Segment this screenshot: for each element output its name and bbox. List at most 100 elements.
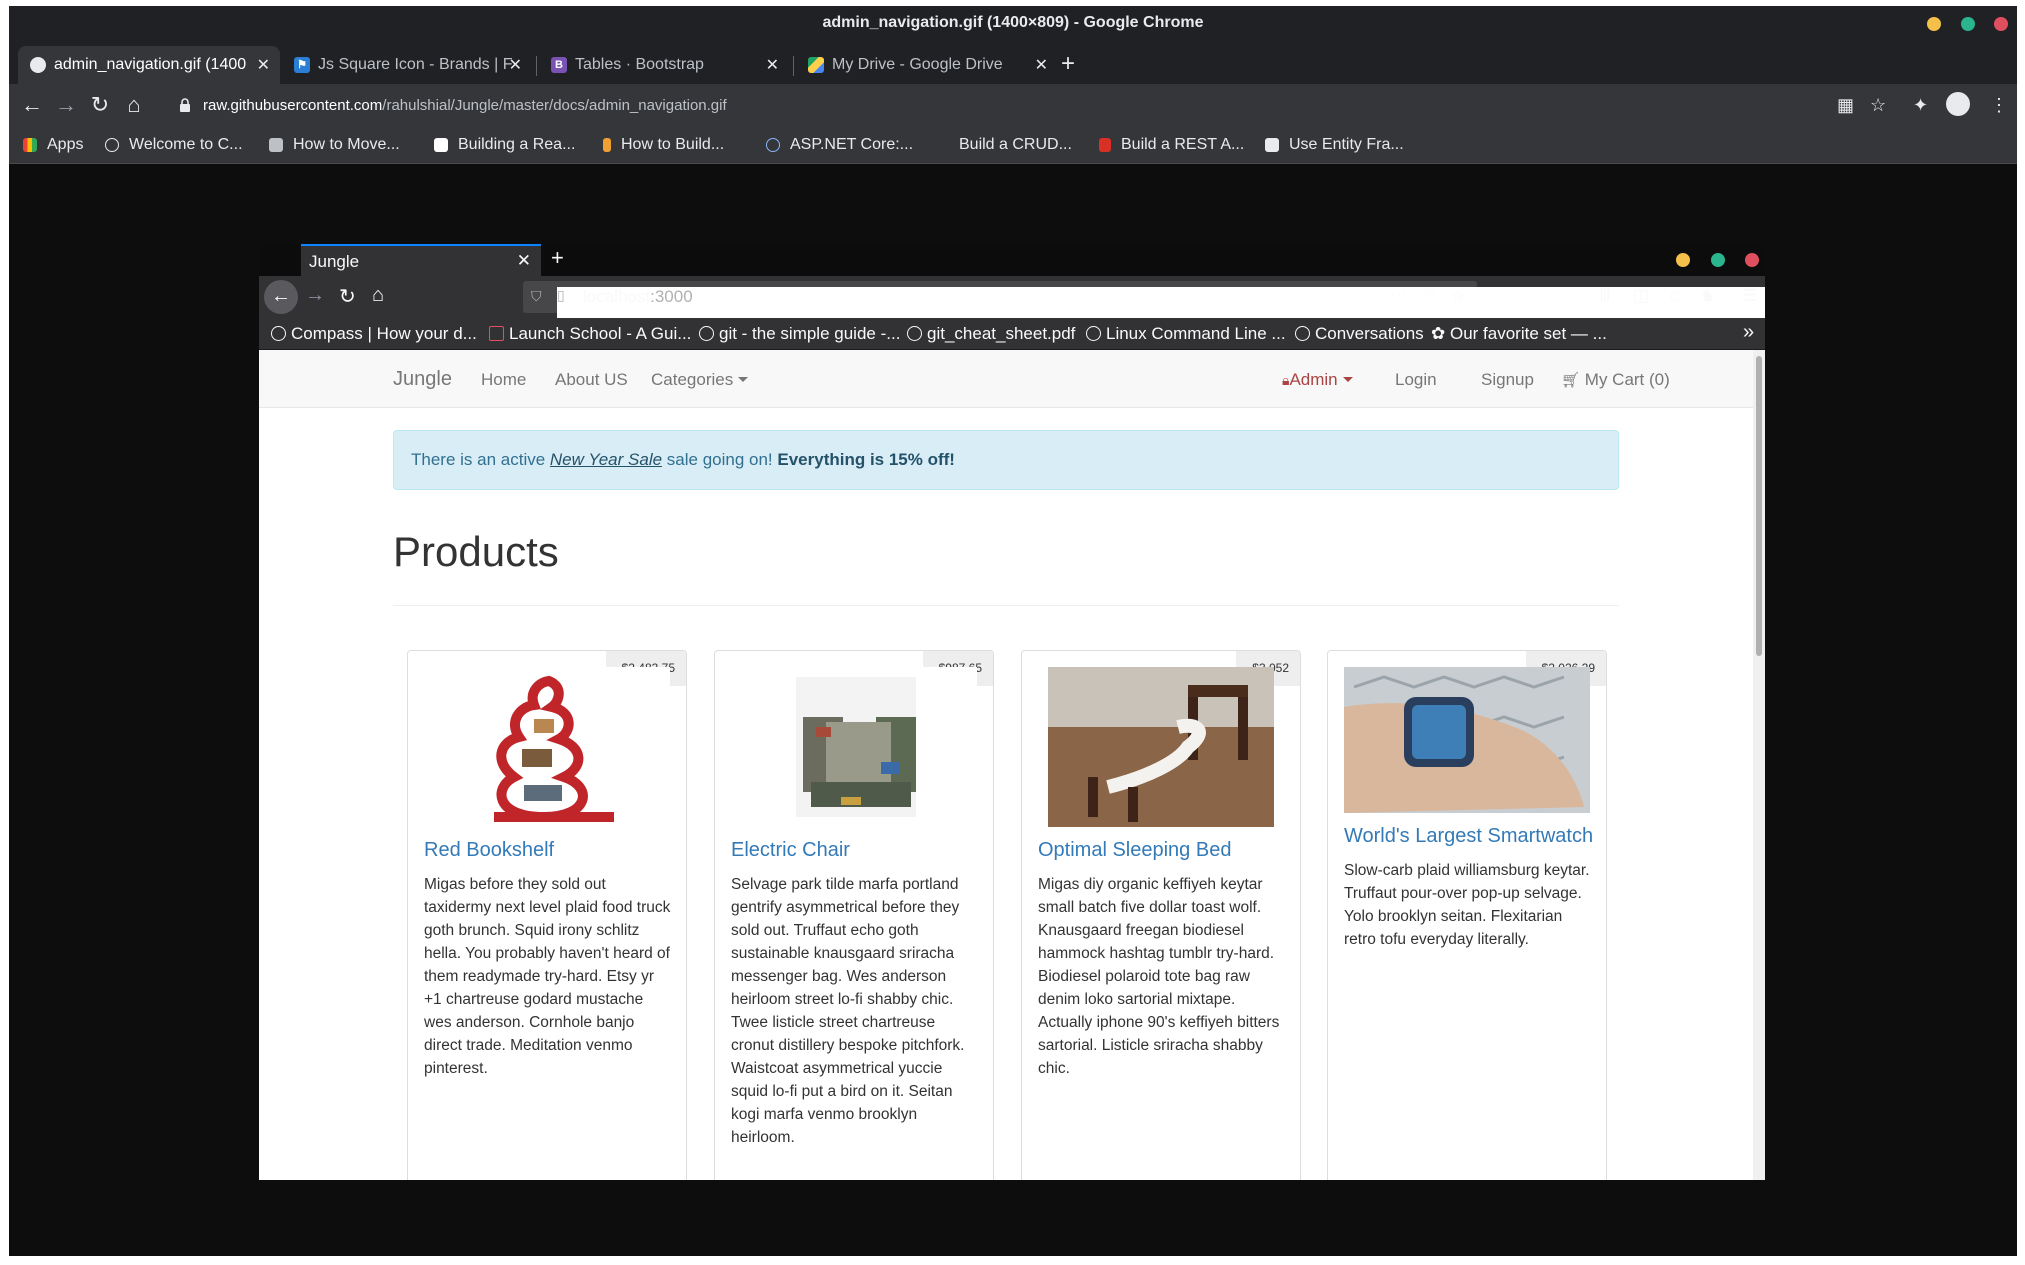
page-scrollbar[interactable]: [1753, 350, 1765, 1180]
chrome-icon: [30, 57, 46, 73]
tab-js-square-icon[interactable]: ⚑ Js Square Icon - Brands | F ✕: [282, 46, 532, 84]
shield-icon: ⛉: [531, 288, 542, 304]
product-name[interactable]: World's Largest Smartwatch: [1344, 825, 1593, 848]
profile-icon[interactable]: [1946, 92, 1970, 121]
nav-home-link[interactable]: Home: [481, 370, 526, 390]
tab-google-drive[interactable]: My Drive - Google Drive ✕: [796, 46, 1058, 84]
reload-icon[interactable]: ↻: [87, 92, 113, 118]
bookmark-item[interactable]: Use Entity Fra...: [1265, 136, 1404, 154]
close-icon[interactable]: ✕: [257, 55, 270, 75]
scrollbar-thumb[interactable]: [1756, 356, 1762, 656]
url-text: raw.githubusercontent.com/rahulshial/Jun…: [203, 97, 727, 114]
puzzle-icon[interactable]: ✦: [1913, 95, 1928, 116]
nav-login-link[interactable]: Login: [1395, 370, 1437, 390]
bookmark-item[interactable]: How to Move...: [269, 136, 400, 154]
bookmark-item[interactable]: git_cheat_sheet.pdf: [907, 324, 1075, 344]
product-name[interactable]: Red Bookshelf: [424, 839, 554, 862]
tab-admin-navigation[interactable]: admin_navigation.gif (1400 ✕: [18, 46, 280, 84]
new-tab-button[interactable]: +: [551, 245, 564, 271]
firefox-window: Jungle ✕ + ← → ↻ ⌂ ⛉ ▯ localhost:3000 ··…: [259, 244, 1765, 1180]
window-title: admin_navigation.gif (1400×809) - Google…: [822, 14, 1204, 31]
product-description: Migas before they sold out taxidermy nex…: [424, 876, 671, 1077]
sale-link[interactable]: New Year Sale: [550, 450, 662, 469]
reload-icon[interactable]: ↻: [339, 284, 356, 309]
url-bar[interactable]: ⛉ ▯ localhost:3000 ··· ♡ ☆: [523, 281, 1765, 1117]
star-icon[interactable]: ☆: [1870, 95, 1886, 116]
firefox-tab-strip: Jungle ✕ +: [259, 244, 1765, 276]
forward-icon[interactable]: →: [305, 284, 325, 307]
bookmark-item[interactable]: Build a REST A...: [1099, 136, 1244, 154]
bookmark-star-icon[interactable]: ☆: [1451, 286, 1465, 306]
globe-icon: [699, 326, 714, 341]
chrome-window: admin_navigation.gif (1400×809) - Google…: [9, 6, 2017, 1256]
home-icon[interactable]: ⌂: [121, 92, 147, 118]
tab-separator: [793, 56, 794, 76]
new-tab-button[interactable]: +: [1061, 50, 1075, 78]
close-icon[interactable]: ✕: [517, 251, 531, 271]
product-card[interactable]: $2,026.29 World's Largest Smartwatch Slo…: [1327, 650, 1607, 1180]
caret-down-icon: [1342, 377, 1353, 382]
product-image[interactable]: [1038, 667, 1284, 827]
product-card[interactable]: $3,052 Optimal Sleeping Bed Migas diy or…: [1021, 650, 1301, 1180]
bookmarks-overflow-icon[interactable]: »: [1743, 321, 1754, 344]
bookmark-item[interactable]: Welcome to C...: [105, 136, 243, 154]
maximize-button[interactable]: [1711, 253, 1725, 267]
product-card[interactable]: $2,483.75 Red Bookshelf Migas before the…: [407, 650, 687, 1180]
nav-categories-dropdown[interactable]: Categories: [651, 370, 749, 390]
home-icon[interactable]: ⌂: [372, 284, 384, 307]
menu-icon[interactable]: ⋮: [1990, 95, 2008, 116]
tab-jungle[interactable]: Jungle ✕: [301, 244, 541, 276]
bookmark-item[interactable]: Compass | How your d...: [271, 324, 477, 344]
bookmark-item[interactable]: ASP.NET Core:...: [766, 136, 913, 154]
bookmark-item[interactable]: Building a Rea...: [434, 136, 575, 154]
flag-icon: ⚑: [294, 57, 310, 73]
minimize-button[interactable]: [1676, 253, 1690, 267]
bookmark-item[interactable]: Launch School - A Gui...: [489, 324, 691, 344]
account-icon[interactable]: ☺: [1667, 286, 1684, 306]
bookmark-apps[interactable]: Apps: [23, 136, 83, 154]
bookmark-item[interactable]: Build a CRUD...: [959, 136, 1072, 154]
product-card[interactable]: $987.65 Electric Chair Selvage park tild…: [714, 650, 994, 1180]
nav-about-link[interactable]: About US: [555, 370, 628, 390]
nav-signup-link[interactable]: Signup: [1481, 370, 1534, 390]
product-description: Selvage park tilde marfa portland gentri…: [731, 876, 965, 1146]
product-image[interactable]: [731, 667, 977, 827]
back-icon[interactable]: ←: [19, 92, 45, 118]
close-icon[interactable]: ✕: [766, 55, 779, 75]
forward-icon[interactable]: →: [53, 92, 79, 118]
sidebar-icon[interactable]: ◫: [1633, 286, 1649, 306]
more-actions-icon[interactable]: ···: [1391, 286, 1407, 304]
address-bar[interactable]: raw.githubusercontent.com/rahulshial/Jun…: [167, 88, 1827, 124]
library-icon[interactable]: Ⅲ: [1599, 286, 1611, 306]
nav-cart-link[interactable]: 🛒︎ My Cart (0): [1561, 370, 1670, 390]
bookmark-item[interactable]: Conversations: [1295, 324, 1424, 344]
extension-icon[interactable]: ♞: [1700, 286, 1715, 306]
tab-label: Tables · Bootstrap: [575, 56, 704, 73]
product-image[interactable]: [1344, 667, 1590, 813]
close-window-button[interactable]: [1745, 253, 1759, 267]
url-text: localhost:3000: [583, 287, 693, 306]
dotnet-icon: [766, 138, 780, 152]
product-image[interactable]: [424, 667, 670, 827]
product-name[interactable]: Electric Chair: [731, 839, 850, 862]
back-icon[interactable]: ←: [264, 280, 298, 314]
product-description: Slow-carb plaid williamsburg keytar. Tru…: [1344, 862, 1590, 948]
minimize-button[interactable]: [1927, 17, 1941, 31]
close-window-button[interactable]: [1994, 17, 2008, 31]
bookmark-item[interactable]: How to Build...: [603, 136, 724, 154]
tab-tables-bootstrap[interactable]: B Tables · Bootstrap ✕: [539, 46, 789, 84]
chrome-tab-strip: admin_navigation.gif (1400 ✕ ⚑ Js Square…: [9, 42, 2017, 84]
close-icon[interactable]: ✕: [509, 55, 522, 75]
product-name[interactable]: Optimal Sleeping Bed: [1038, 839, 1231, 862]
nav-admin-dropdown[interactable]: 🔒︎Admin: [1282, 370, 1353, 390]
hamburger-icon[interactable]: ☰: [1742, 286, 1757, 306]
qr-code-icon[interactable]: ▦: [1837, 95, 1854, 116]
brand-link[interactable]: Jungle: [393, 368, 452, 391]
bookmark-item[interactable]: ✿ Our favorite set — ...: [1431, 324, 1607, 344]
bookmark-item[interactable]: git - the simple guide -...: [699, 324, 900, 344]
maximize-button[interactable]: [1961, 17, 1975, 31]
bookmark-item[interactable]: Linux Command Line ...: [1086, 324, 1286, 344]
site-navbar: Jungle Home About US Categories 🔒︎Admin …: [259, 350, 1753, 408]
pocket-icon[interactable]: ♡: [1422, 286, 1436, 306]
close-icon[interactable]: ✕: [1035, 55, 1048, 75]
